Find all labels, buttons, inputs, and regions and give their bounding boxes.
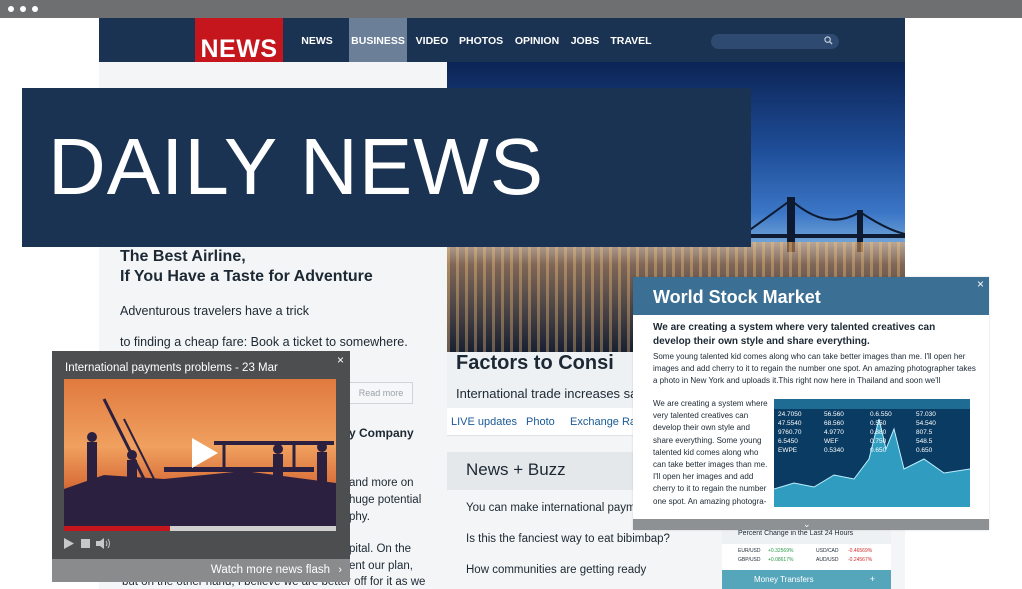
nav-item-jobs[interactable]: JOBS <box>569 18 601 62</box>
article-text-fragment: and more on <box>349 477 414 489</box>
chart-label: 54.540 <box>916 420 936 427</box>
buzz-item[interactable]: How communities are getting ready <box>466 564 646 576</box>
buzz-item[interactable]: You can make international payme <box>466 502 642 514</box>
currency-change: +0.32569% <box>768 548 794 554</box>
chart-label: 56.560 <box>824 411 844 418</box>
currency-pair: AUD/USD <box>816 557 839 563</box>
buzz-title: News + Buzz <box>466 460 566 479</box>
section-headline[interactable]: y Company <box>349 426 414 440</box>
nav-item-business[interactable]: BUSINESS <box>349 18 407 62</box>
chart-label: 0.650 <box>870 447 887 454</box>
tab-photo[interactable]: Photo <box>526 416 555 428</box>
stop-icon[interactable] <box>81 539 90 548</box>
currency-change: +0.08617% <box>768 557 794 563</box>
search-input[interactable] <box>711 34 839 49</box>
article-text-fragment: phy. <box>349 511 370 523</box>
currency-pair: GBP/USD <box>738 557 761 563</box>
money-transfers-label: Money Transfers <box>754 575 814 584</box>
video-title: International payments problems - 23 Mar <box>65 362 278 374</box>
chart-label: 807.5 <box>916 429 933 436</box>
close-icon[interactable]: × <box>977 277 984 291</box>
article-text-fragment: pital. On the <box>349 543 412 555</box>
currency-change: -0.46569% <box>848 548 873 554</box>
volume-icon[interactable] <box>96 538 112 549</box>
article-paragraph: to finding a cheap fare: Book a ticket t… <box>120 335 408 349</box>
chart-label: 9760.70 <box>778 429 802 436</box>
plus-icon[interactable]: + <box>870 574 875 584</box>
search-icon[interactable] <box>824 36 833 45</box>
chart-label: 68.560 <box>824 420 844 427</box>
article-text-fragment: huge potential <box>349 494 422 506</box>
chart-label: 0.750 <box>870 438 887 445</box>
article-paragraph: Adventurous travelers have a trick <box>120 304 309 318</box>
chart-label: 57.030 <box>916 411 936 418</box>
currency-pair: USD/CAD <box>816 548 839 554</box>
currency-change: -0.24567% <box>848 557 873 563</box>
world-stock-market-panel: World Stock Market × We are creating a s… <box>633 277 989 530</box>
browser-toolbar <box>0 0 1022 18</box>
article-text-fragment: ent our plan, <box>349 560 413 572</box>
window-dot-icon[interactable] <box>8 6 14 12</box>
panel-lead: We are creating a system where very tale… <box>653 322 936 347</box>
money-transfers-button[interactable]: Money Transfers + <box>722 570 891 589</box>
tab-exchange-rates[interactable]: Exchange Rat <box>570 416 639 428</box>
article-title-line: If You Have a Taste for Adventure <box>120 268 373 285</box>
close-icon[interactable]: × <box>337 353 344 367</box>
chart-label: 24.7050 <box>778 411 802 418</box>
panel-body: Some young talented kid comes along who … <box>653 352 976 385</box>
nav-item-news[interactable]: NEWS <box>295 18 339 62</box>
article-title[interactable]: The Best Airline, If You Have a Taste fo… <box>120 247 373 287</box>
chart-label: 0.5340 <box>824 447 844 454</box>
chevron-down-icon[interactable]: ⌄ <box>803 519 811 529</box>
video-progress-fill <box>64 526 171 531</box>
panel-column-text: We are creating a system where very tale… <box>653 399 768 506</box>
chart-label: 0.650 <box>916 447 933 454</box>
chart-label: 0.6.550 <box>870 411 892 418</box>
tab-live-updates[interactable]: LIVE updates <box>451 416 517 428</box>
banner-title: DAILY NEWS <box>48 122 545 211</box>
article-title-line: The Best Airline, <box>120 248 246 265</box>
window-dot-icon[interactable] <box>20 6 26 12</box>
chart-label: 47.5540 <box>778 420 802 427</box>
feature-subtitle: International trade increases sa <box>456 386 638 401</box>
chart-label: 0.550 <box>870 420 887 427</box>
chevron-right-icon[interactable]: › <box>338 564 342 576</box>
nav-item-video[interactable]: VIDEO <box>411 18 453 62</box>
play-icon[interactable] <box>64 538 74 549</box>
chart-label: 548.5 <box>916 438 933 445</box>
video-frame[interactable] <box>64 379 336 529</box>
video-progress-bar[interactable] <box>64 526 336 531</box>
feature-title[interactable]: Factors to Consi <box>456 352 614 375</box>
chart-label: 4.9770 <box>824 429 844 436</box>
chart-label: 6.5450 <box>778 438 798 445</box>
window-dot-icon[interactable] <box>32 6 38 12</box>
nav-item-travel[interactable]: TRAVEL <box>609 18 653 62</box>
video-footer: Watch more news flash › <box>52 559 350 582</box>
panel-title: World Stock Market <box>653 287 821 307</box>
panel-header: World Stock Market × <box>633 277 989 315</box>
currency-widget: Percent Change in the Last 24 Hours EUR/… <box>722 524 891 589</box>
chart-label: 0.880 <box>870 429 887 436</box>
chart-label: WEF <box>824 438 839 445</box>
daily-news-banner: DAILY NEWS <box>22 88 751 247</box>
read-more-button[interactable]: Read more <box>349 382 413 404</box>
chart-label: EWPE <box>778 447 798 454</box>
watch-more-link[interactable]: Watch more news flash <box>211 564 330 576</box>
nav-item-opinion[interactable]: OPINION <box>513 18 561 62</box>
panel-footer[interactable]: ⌄ <box>633 519 989 530</box>
play-overlay-icon[interactable] <box>190 436 220 470</box>
nav-item-photos[interactable]: PHOTOS <box>459 18 503 62</box>
stock-chart-image: 24.7050 47.5540 9760.70 6.5450 EWPE 56.560 68.… <box>774 399 970 507</box>
currency-pair: EUR/USD <box>738 548 761 554</box>
buzz-item[interactable]: Is this the fanciest way to eat bibimbap… <box>466 533 670 545</box>
video-player: International payments problems - 23 Mar… <box>52 351 350 582</box>
